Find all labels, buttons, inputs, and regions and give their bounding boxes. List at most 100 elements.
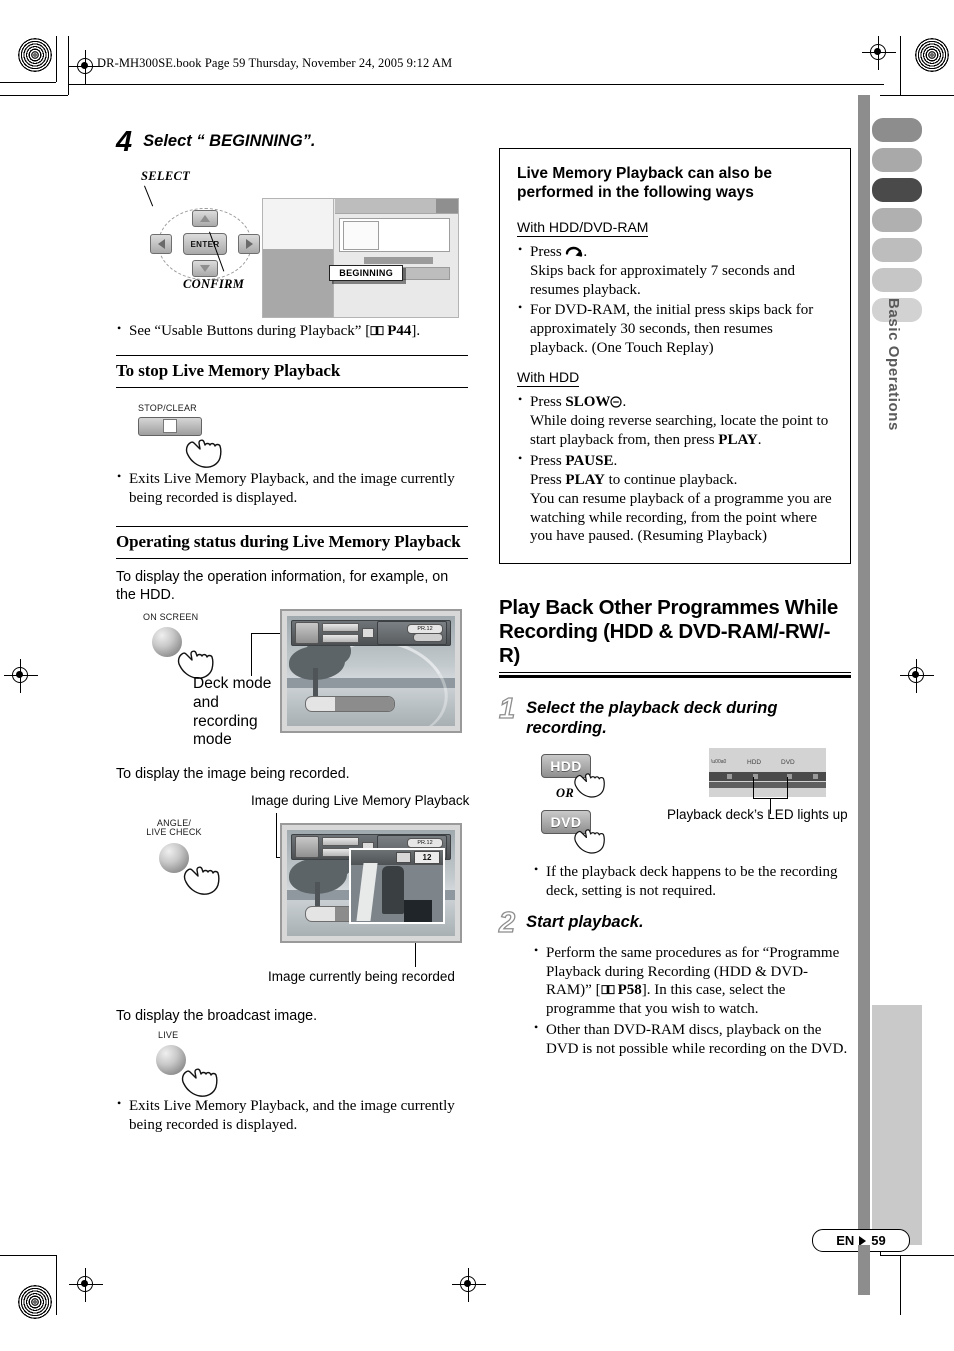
osd-bar-top xyxy=(322,836,359,846)
pointing-hand-icon xyxy=(178,1053,220,1099)
list-item: For DVD-RAM, the initial press skips bac… xyxy=(517,300,833,358)
book-icon xyxy=(601,984,615,995)
step-4-illustration: SELECT ENTER CONFIRM BEGINNING xyxy=(116,166,468,318)
step-1-number: 1 xyxy=(498,692,516,725)
menu-grey-bar xyxy=(364,256,433,264)
osd-right-panel: PR.12 xyxy=(377,620,447,645)
note-group-heading-hdd: With HDD xyxy=(517,369,580,388)
trim-line xyxy=(900,1255,902,1315)
status-section-heading: Operating status during Live Memory Play… xyxy=(116,531,461,551)
pip-caption-leader xyxy=(415,942,417,967)
list-item: Press .Skips back for approximately 7 se… xyxy=(517,242,833,300)
step-2-title: Start playback. xyxy=(526,912,644,931)
note-box-title: Live Memory Playback can also be perform… xyxy=(517,165,773,201)
osd-square-icon xyxy=(362,627,374,638)
pointing-hand-icon xyxy=(571,816,607,856)
osd-bottom-progress xyxy=(305,695,395,712)
trim-line xyxy=(900,36,902,95)
section-heading-line1: Play Back Other Programmes While xyxy=(499,596,839,620)
left-column: 4 Select “ BEGINNING”. SELECT ENTER CONF… xyxy=(116,126,469,1137)
enter-key[interactable]: ENTER xyxy=(183,233,227,255)
beginning-menu-item[interactable]: BEGINNING xyxy=(329,265,403,282)
deck-mode-icon xyxy=(295,835,319,858)
list-item: See “Usable Buttons during Playback” [P4… xyxy=(116,321,468,341)
note-group-heading-hdd-dvdram: With HDD/DVD-RAM xyxy=(517,218,649,237)
note-box: Live Memory Playback can also be perform… xyxy=(499,148,851,565)
stop-section-heading: To stop Live Memory Playback xyxy=(116,360,341,380)
note-group-items-hdd-dvdram: Press .Skips back for approximately 7 se… xyxy=(517,242,833,358)
tv-inner: PR.12 xyxy=(287,615,455,726)
menu-screen-mock: BEGINNING xyxy=(262,198,459,318)
angle-label-line2: LIVE CHECK xyxy=(146,827,202,838)
chapter-vertical-label: Basic Operations xyxy=(885,298,902,431)
broadcast-section-notes: Exits Live Memory Playback, and the imag… xyxy=(116,1096,468,1135)
tree-trunk xyxy=(313,667,318,698)
menu-left-bottom-cell xyxy=(263,248,334,317)
step-4-notes: See “Usable Buttons during Playback” [P4… xyxy=(116,321,468,341)
list-item: Perform the same procedures as for “Prog… xyxy=(533,943,851,1020)
stop-section-notes: Exits Live Memory Playback, and the imag… xyxy=(116,469,468,508)
panel-label-left: \u00a0 xyxy=(711,758,727,765)
deck-mode-icon xyxy=(295,621,319,644)
trim-line xyxy=(0,82,56,84)
section-heading-block: Play Back Other Programmes While Recordi… xyxy=(499,596,851,678)
chapter-tab-4[interactable] xyxy=(872,208,922,232)
menu-thumbnail-row xyxy=(339,217,451,252)
step-4-number: 4 xyxy=(116,126,133,158)
live-check-illustration: Image during Live Memory Playback ANGLE/… xyxy=(116,793,469,993)
tv-screen-pip: PR.12 12 xyxy=(280,822,462,943)
broadcast-intro: To display the broadcast image. xyxy=(116,1007,318,1024)
step-1-notes: If the playback deck happens to be the r… xyxy=(533,862,851,901)
trim-line xyxy=(880,95,954,97)
page-number: 59 xyxy=(871,1233,886,1248)
select-label: SELECT xyxy=(141,169,191,183)
or-label: OR xyxy=(556,785,574,800)
trim-line xyxy=(68,36,70,95)
step-2: 2 Start playback. xyxy=(498,907,851,937)
osd-bar: PR.12 xyxy=(291,619,451,646)
menu-top-bar xyxy=(335,199,458,215)
pip-channel-number: 12 xyxy=(414,850,440,864)
density-dot-mark xyxy=(18,38,52,72)
pip-figure xyxy=(382,865,405,914)
tv-inner: PR.12 12 xyxy=(287,829,455,936)
right-arrow-key[interactable] xyxy=(238,234,260,254)
pointing-hand-icon xyxy=(571,760,607,800)
book-icon xyxy=(370,325,384,336)
step-1-title-line1: Select the playback deck during xyxy=(526,698,778,717)
registration-mark xyxy=(452,1268,486,1302)
step-4-title: Select “ BEGINNING”. xyxy=(143,132,316,150)
chapter-tab-2[interactable] xyxy=(872,148,922,172)
led-bracket-right xyxy=(787,776,789,799)
chapter-tab-1[interactable] xyxy=(872,118,922,142)
density-dot-mark xyxy=(18,1285,52,1319)
on-screen-illustration: ON SCREEN Deck mode and recording mode P… xyxy=(116,608,468,753)
menu-button-b[interactable] xyxy=(396,267,450,281)
left-arrow-key[interactable] xyxy=(150,234,172,254)
arrow-key-pad[interactable]: ENTER xyxy=(144,206,264,280)
menu-thumbnail xyxy=(343,221,380,250)
led-bracket-left xyxy=(753,776,755,799)
header-rule xyxy=(69,84,884,86)
step-2-notes: Perform the same procedures as for “Prog… xyxy=(533,943,851,1059)
chapter-tab-3-active[interactable] xyxy=(872,178,922,202)
pointing-hand-icon xyxy=(182,424,224,470)
osd-bar-top xyxy=(322,622,359,632)
up-arrow-key[interactable] xyxy=(192,210,218,227)
step-1-title-line2: recording. xyxy=(526,718,607,737)
spine-bar xyxy=(858,1245,870,1295)
down-arrow-key[interactable] xyxy=(192,260,218,277)
book-file-header: DR-MH300SE.book Page 59 Thursday, Novemb… xyxy=(97,56,453,70)
replay-icon xyxy=(565,244,583,260)
status-section-heading-block: Operating status during Live Memory Play… xyxy=(116,525,468,559)
confirm-label: CONFIRM xyxy=(183,277,245,291)
deck-mode-callout: Deck mode and recording mode xyxy=(193,674,272,749)
live-key-illustration: LIVE xyxy=(116,1030,468,1097)
on-screen-key-label: ON SCREEN xyxy=(143,611,199,622)
thumb-rail-lower-block xyxy=(872,1005,922,1245)
chapter-tab-5[interactable] xyxy=(872,238,922,262)
manual-page: DR-MH300SE.book Page 59 Thursday, Novemb… xyxy=(0,0,954,1351)
chapter-tab-6[interactable] xyxy=(872,268,922,292)
stop-clear-key-label: STOP/CLEAR xyxy=(138,402,197,413)
list-item: Press PAUSE.Press PLAY to continue playb… xyxy=(517,451,833,546)
